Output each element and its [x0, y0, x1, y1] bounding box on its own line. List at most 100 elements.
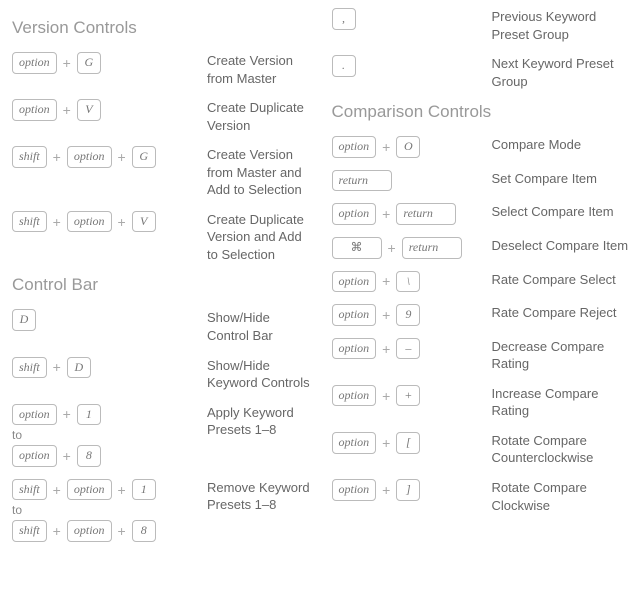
- shortcut-row: shift + D Show/Hide Keyword Controls: [12, 357, 312, 392]
- shortcut-desc: Show/Hide Keyword Controls: [207, 357, 312, 392]
- plus-icon: +: [382, 307, 390, 323]
- plus-icon: +: [63, 55, 71, 71]
- shortcut-desc: Apply Keyword Presets 1–8: [207, 404, 312, 439]
- shortcut-desc: Decrease Compare Rating: [492, 338, 632, 373]
- key-9: 9: [396, 304, 420, 326]
- shortcut-row: option + ] Rotate Compare Clockwise: [332, 479, 632, 514]
- key-command: ⌘: [332, 237, 382, 259]
- shortcut-row: D Show/Hide Control Bar: [12, 309, 312, 344]
- key-v: V: [77, 99, 101, 121]
- key-leftbracket: [: [396, 432, 420, 454]
- plus-icon: +: [53, 359, 61, 375]
- shortcut-row: ⌘ + return Deselect Compare Item: [332, 237, 632, 259]
- shortcut-row: option + 9 Rate Compare Reject: [332, 304, 632, 326]
- shortcut-desc: Deselect Compare Item: [492, 237, 632, 255]
- key-shift: shift: [12, 479, 47, 501]
- key-d: D: [12, 309, 36, 331]
- key-shift: shift: [12, 146, 47, 168]
- shortcut-desc: Rotate Compare Clockwise: [492, 479, 632, 514]
- key-option: option: [12, 99, 57, 121]
- key-option: option: [12, 445, 57, 467]
- range-to-label: to: [12, 428, 207, 442]
- key-shift: shift: [12, 211, 47, 233]
- key-return: return: [332, 170, 392, 192]
- shortcut-row: option + G Create Version from Master: [12, 52, 312, 87]
- key-1: 1: [77, 404, 101, 426]
- key-shift: shift: [12, 520, 47, 542]
- plus-icon: +: [53, 149, 61, 165]
- plus-icon: +: [118, 523, 126, 539]
- key-return: return: [402, 237, 462, 259]
- shortcut-row: option + [ Rotate Compare Counterclockwi…: [332, 432, 632, 467]
- key-option: option: [67, 520, 112, 542]
- shortcut-desc: Previous Keyword Preset Group: [492, 8, 632, 43]
- shortcut-row: shift + option + G Create Version from M…: [12, 146, 312, 199]
- key-option: option: [332, 271, 377, 293]
- shortcut-desc: Create Duplicate Version: [207, 99, 312, 134]
- shortcut-row: option + V Create Duplicate Version: [12, 99, 312, 134]
- key-option: option: [67, 479, 112, 501]
- plus-icon: +: [53, 523, 61, 539]
- plus-icon: +: [63, 406, 71, 422]
- range-to-label: to: [12, 503, 207, 517]
- key-period: .: [332, 55, 356, 77]
- section-title-controlbar: Control Bar: [12, 275, 312, 295]
- shortcut-row: option + O Compare Mode: [332, 136, 632, 158]
- plus-icon: +: [388, 240, 396, 256]
- shortcut-desc: Create Duplicate Version and Add to Sele…: [207, 211, 312, 264]
- section-title-version: Version Controls: [12, 18, 312, 38]
- key-rightbracket: ]: [396, 479, 420, 501]
- plus-icon: +: [382, 435, 390, 451]
- key-shift: shift: [12, 357, 47, 379]
- shortcut-desc: Rate Compare Reject: [492, 304, 632, 322]
- shortcut-row: option + + Increase Compare Rating: [332, 385, 632, 420]
- plus-icon: +: [382, 388, 390, 404]
- key-g: G: [77, 52, 101, 74]
- shortcut-row: option + \ Rate Compare Select: [332, 271, 632, 293]
- shortcut-desc: Set Compare Item: [492, 170, 632, 188]
- shortcut-range: option + 1 to option + 8 Apply Keyword P…: [12, 404, 312, 467]
- plus-icon: +: [63, 448, 71, 464]
- plus-icon: +: [382, 139, 390, 155]
- key-option: option: [12, 404, 57, 426]
- shortcut-desc: Remove Keyword Presets 1–8: [207, 479, 312, 514]
- key-option: option: [332, 479, 377, 501]
- shortcut-row: . Next Keyword Preset Group: [332, 55, 632, 90]
- shortcut-desc: Create Version from Master and Add to Se…: [207, 146, 312, 199]
- shortcut-desc: Increase Compare Rating: [492, 385, 632, 420]
- shortcut-row: shift + option + V Create Duplicate Vers…: [12, 211, 312, 264]
- key-option: option: [67, 146, 112, 168]
- shortcut-desc: Rate Compare Select: [492, 271, 632, 289]
- key-d: D: [67, 357, 91, 379]
- key-option: option: [332, 338, 377, 360]
- shortcut-desc: Rotate Compare Counterclockwise: [492, 432, 632, 467]
- key-v: V: [132, 211, 156, 233]
- plus-icon: +: [53, 214, 61, 230]
- key-option: option: [12, 52, 57, 74]
- shortcut-desc: Next Keyword Preset Group: [492, 55, 632, 90]
- key-option: option: [332, 304, 377, 326]
- shortcut-desc: Select Compare Item: [492, 203, 632, 221]
- key-option: option: [332, 136, 377, 158]
- key-minus: –: [396, 338, 420, 360]
- plus-icon: +: [382, 341, 390, 357]
- plus-icon: +: [382, 273, 390, 289]
- shortcut-row: return Set Compare Item: [332, 170, 632, 192]
- key-option: option: [67, 211, 112, 233]
- shortcut-desc: Compare Mode: [492, 136, 632, 154]
- plus-icon: +: [118, 149, 126, 165]
- key-option: option: [332, 385, 377, 407]
- key-plus: +: [396, 385, 420, 407]
- shortcut-row: , Previous Keyword Preset Group: [332, 8, 632, 43]
- shortcut-row: option + return Select Compare Item: [332, 203, 632, 225]
- plus-icon: +: [63, 102, 71, 118]
- plus-icon: +: [118, 214, 126, 230]
- plus-icon: +: [53, 482, 61, 498]
- plus-icon: +: [118, 482, 126, 498]
- key-1: 1: [132, 479, 156, 501]
- plus-icon: +: [382, 482, 390, 498]
- key-g: G: [132, 146, 156, 168]
- key-backslash: \: [396, 271, 420, 293]
- shortcut-desc: Show/Hide Control Bar: [207, 309, 312, 344]
- shortcut-desc: Create Version from Master: [207, 52, 312, 87]
